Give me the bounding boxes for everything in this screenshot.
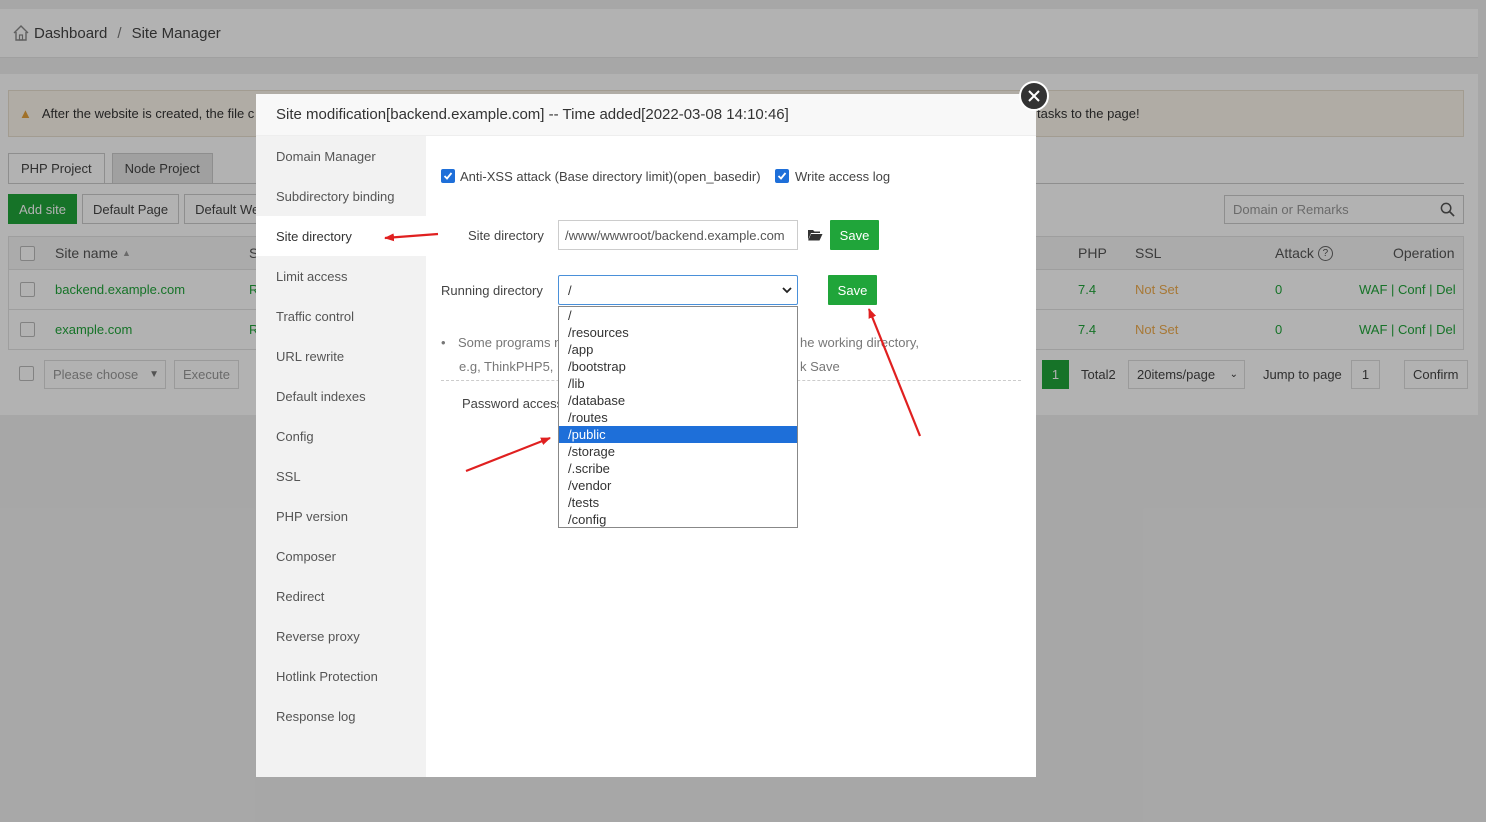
dropdown-option[interactable]: /vendor <box>559 477 797 494</box>
password-access-label: Password access <box>462 396 564 411</box>
menu-config[interactable]: Config <box>256 416 426 456</box>
running-directory-value: / <box>568 282 572 298</box>
running-directory-select[interactable]: / <box>558 275 798 305</box>
dropdown-option[interactable]: /storage <box>559 443 797 460</box>
site-directory-input[interactable]: /www/wwwroot/backend.example.com <box>558 220 798 250</box>
menu-redirect[interactable]: Redirect <box>256 576 426 616</box>
dropdown-option[interactable]: /resources <box>559 324 797 341</box>
write-access-log-checkbox[interactable] <box>775 169 789 183</box>
tip-bullet: • <box>441 335 446 350</box>
dropdown-option[interactable]: /.scribe <box>559 460 797 477</box>
modal-title: Site modification[backend.example.com] -… <box>256 94 1036 136</box>
dropdown-option-highlighted[interactable]: /public <box>559 426 797 443</box>
menu-response-log[interactable]: Response log <box>256 696 426 736</box>
tip-line-1-end: he working directory, <box>800 335 919 350</box>
dropdown-option[interactable]: /tests <box>559 494 797 511</box>
checkmark-icon <box>443 172 453 180</box>
running-directory-dropdown: / /resources /app /bootstrap /lib /datab… <box>558 306 798 528</box>
folder-open-icon[interactable] <box>807 228 823 242</box>
running-directory-save-button[interactable]: Save <box>828 275 877 305</box>
menu-ssl[interactable]: SSL <box>256 456 426 496</box>
site-directory-label: Site directory <box>468 228 544 243</box>
dropdown-option[interactable]: /config <box>559 511 797 528</box>
tip-line-1-start: Some programs n <box>458 335 562 350</box>
modal-side-menu: Domain Manager Subdirectory binding Site… <box>256 136 426 777</box>
dropdown-option[interactable]: /bootstrap <box>559 358 797 375</box>
anti-xss-label: Anti-XSS attack (Base directory limit)(o… <box>460 169 761 184</box>
chevron-down-icon <box>782 287 792 294</box>
menu-default-indexes[interactable]: Default indexes <box>256 376 426 416</box>
site-directory-save-button[interactable]: Save <box>830 220 879 250</box>
dropdown-option[interactable]: / <box>559 307 797 324</box>
anti-xss-checkbox[interactable] <box>441 169 455 183</box>
menu-hotlink-protection[interactable]: Hotlink Protection <box>256 656 426 696</box>
menu-subdirectory-binding[interactable]: Subdirectory binding <box>256 176 426 216</box>
tip-line-2-end: k Save <box>800 359 840 374</box>
menu-php-version[interactable]: PHP version <box>256 496 426 536</box>
menu-composer[interactable]: Composer <box>256 536 426 576</box>
dropdown-option[interactable]: /lib <box>559 375 797 392</box>
menu-domain-manager[interactable]: Domain Manager <box>256 136 426 176</box>
menu-traffic-control[interactable]: Traffic control <box>256 296 426 336</box>
running-directory-label: Running directory <box>441 283 543 298</box>
menu-url-rewrite[interactable]: URL rewrite <box>256 336 426 376</box>
tip-line-2-start: e.g, ThinkPHP5, L <box>459 359 565 374</box>
menu-reverse-proxy[interactable]: Reverse proxy <box>256 616 426 656</box>
menu-site-directory[interactable]: Site directory <box>256 216 426 256</box>
dropdown-option[interactable]: /app <box>559 341 797 358</box>
menu-limit-access[interactable]: Limit access <box>256 256 426 296</box>
checkmark-icon <box>777 172 787 180</box>
dropdown-option[interactable]: /routes <box>559 409 797 426</box>
close-icon[interactable] <box>1019 81 1049 111</box>
dropdown-option[interactable]: /database <box>559 392 797 409</box>
write-access-log-label: Write access log <box>795 169 891 184</box>
